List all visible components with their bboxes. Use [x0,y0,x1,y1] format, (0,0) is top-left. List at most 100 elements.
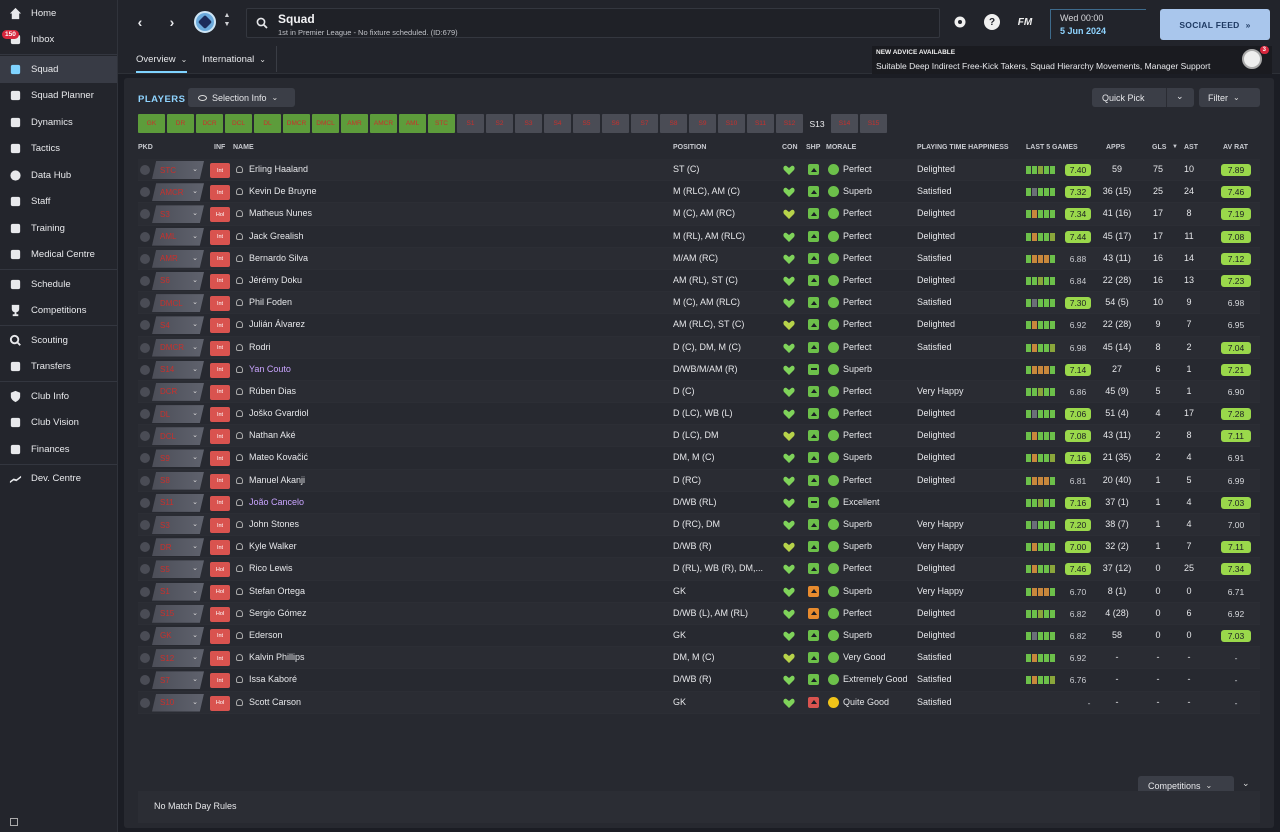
select-checkbox[interactable] [140,253,150,264]
pkd-selector[interactable]: S11 ⌄ [152,493,204,512]
table-row[interactable]: S5 ⌄ Hol Rico Lewis D (RL), WB (R), DM,... Pe… [138,558,1260,581]
select-checkbox[interactable] [140,187,150,198]
player-name[interactable]: Ederson [249,630,283,640]
table-row[interactable]: DMCL ⌄ Int Phil Foden M (C), AM (RLC) Perfect… [138,292,1260,315]
position-chip-dcl[interactable]: DCL [225,114,252,133]
table-row[interactable]: S6 ⌄ Int Jérémy Doku AM (RL), ST (C) Perfect D… [138,270,1260,293]
select-checkbox[interactable] [140,497,150,508]
sidebar-item-club-info[interactable]: Club Info [0,383,117,410]
select-checkbox[interactable] [140,520,150,530]
sidebar-item-finances[interactable]: Finances [0,436,117,463]
table-row[interactable]: S7 ⌄ Int Issa Kaboré D/WB (R) Extremely Good S… [138,669,1260,692]
pkd-selector[interactable]: AML ⌄ [152,227,204,246]
select-checkbox[interactable] [140,298,150,309]
search-bar[interactable]: Squad 1st in Premier League - No fixture… [246,8,940,38]
col-playing-time-happiness[interactable]: PLAYING TIME HAPPINESS [917,144,1009,151]
position-chip-s11[interactable]: S11 [747,114,774,133]
sidebar-item-inbox[interactable]: Inbox 150 [0,27,117,54]
select-checkbox[interactable] [140,431,150,442]
table-row[interactable]: S4 ⌄ Int Julián Álvarez AM (RLC), ST (C) Perf… [138,314,1260,337]
fullscreen-icon[interactable] [10,818,18,826]
position-chip-amcr[interactable]: AMCR [370,114,397,133]
col-last-5-games[interactable]: LAST 5 GAMES [1026,144,1078,151]
player-name[interactable]: Jack Grealish [249,231,304,241]
pkd-selector[interactable]: S15 ⌄ [152,604,204,623]
table-row[interactable]: DCL ⌄ Int Nathan Aké D (LC), DM Perfect Deligh… [138,425,1260,448]
player-name[interactable]: Erling Haaland [249,164,308,174]
collapse-chevron-icon[interactable]: ⌄ [1242,778,1250,789]
col-apps[interactable]: APPS [1106,144,1125,151]
table-row[interactable]: STC ⌄ Int Erling Haaland ST (C) Perfect Deligh… [138,159,1260,182]
position-chip-s1[interactable]: S1 [457,114,484,133]
pkd-selector[interactable]: AMR ⌄ [152,249,204,268]
position-chip-s9[interactable]: S9 [689,114,716,133]
quick-pick-button[interactable]: Quick Pick ⌄ [1092,88,1194,107]
player-name[interactable]: Rico Lewis [249,563,293,573]
position-chip-s7[interactable]: S7 [631,114,658,133]
sidebar-item-schedule[interactable]: Schedule [0,271,117,298]
position-chip-dcr[interactable]: DCR [196,114,223,133]
game-date[interactable]: Wed 00:00 5 Jun 2024 [1050,9,1146,39]
table-row[interactable]: S12 ⌄ Int Kalvin Phillips DM, M (C) Very Good… [138,647,1260,670]
forward-arrow-icon[interactable]: › [164,14,180,30]
sidebar-item-training[interactable]: Training [0,215,117,242]
player-name[interactable]: Sergio Gómez [249,608,307,618]
table-row[interactable]: DL ⌄ Int Joško Gvardiol D (LC), WB (L) Perfec… [138,403,1260,426]
social-feed-button[interactable]: SOCIAL FEED » [1160,9,1270,40]
table-row[interactable]: AMR ⌄ Int Bernardo Silva M/AM (RC) Perfect Sat… [138,247,1260,270]
player-name[interactable]: Rodri [249,342,271,352]
player-name[interactable]: Joško Gvardiol [249,408,309,418]
col-pkd[interactable]: PKD [138,144,153,151]
table-row[interactable]: S8 ⌄ Int Manuel Akanji D (RC) Perfect Delighte… [138,469,1260,492]
player-name[interactable]: Bernardo Silva [249,253,308,263]
sidebar-item-data-hub[interactable]: Data Hub [0,162,117,189]
pkd-selector[interactable]: DMCR ⌄ [152,338,204,357]
table-row[interactable]: DR ⌄ Int Kyle Walker D/WB (R) Superb Very Happ… [138,536,1260,559]
sidebar-item-medical-centre[interactable]: Medical Centre [0,242,117,269]
col-inf[interactable]: INF [214,144,225,151]
pkd-selector[interactable]: S7 ⌄ [152,671,204,690]
sidebar-item-transfers[interactable]: Transfers [0,354,117,381]
select-checkbox[interactable] [140,165,150,175]
select-checkbox[interactable] [140,231,150,242]
table-row[interactable]: S1 ⌄ Hol Stefan Ortega GK Superb Very Happy 6.7… [138,581,1260,603]
player-name[interactable]: Jérémy Doku [249,275,302,285]
select-checkbox[interactable] [140,697,150,708]
player-name[interactable]: Manuel Akanji [249,475,305,485]
col-av-rat[interactable]: AV RAT [1223,144,1248,151]
position-chip-s2[interactable]: S2 [486,114,513,133]
position-chip-stc[interactable]: STC [428,114,455,133]
player-name[interactable]: Yan Couto [249,364,291,374]
player-name[interactable]: Kyle Walker [249,541,297,551]
col-name[interactable]: NAME [233,144,254,151]
col-morale[interactable]: MORALE [826,144,856,151]
position-chip-dmcl[interactable]: DMCL [312,114,339,133]
position-chip-s15[interactable]: S15 [860,114,887,133]
select-checkbox[interactable] [140,342,150,353]
club-switcher-chevrons-icon[interactable]: ▲ ▼ [222,11,232,29]
pkd-selector[interactable]: S4 ⌄ [152,316,204,335]
select-checkbox[interactable] [140,630,150,641]
player-name[interactable]: Julián Álvarez [249,319,305,329]
back-arrow-icon[interactable]: ‹ [132,14,148,30]
position-chip-s5[interactable]: S5 [573,114,600,133]
table-row[interactable]: S3 ⌄ Hol Matheus Nunes M (C), AM (RC) Perfect… [138,203,1260,226]
position-chip-s3[interactable]: S3 [515,114,542,133]
pkd-selector[interactable]: S9 ⌄ [152,449,204,468]
player-name[interactable]: Nathan Aké [249,430,296,440]
position-chip-s6[interactable]: S6 [602,114,629,133]
position-chip-s14[interactable]: S14 [831,114,858,133]
pkd-selector[interactable]: S14 ⌄ [152,360,204,379]
advice-banner[interactable]: NEW ADVICE AVAILABLE Suitable Deep Indir… [872,46,1272,74]
select-checkbox[interactable] [140,409,150,420]
sidebar-item-tactics[interactable]: Tactics [0,136,117,163]
table-row[interactable]: S9 ⌄ Int Mateo Kovačić DM, M (C) Superb Deligh… [138,447,1260,470]
match-day-rules-bar[interactable]: No Match Day Rules [138,791,1260,823]
position-chip-gk[interactable]: GK [138,114,165,133]
pkd-selector[interactable]: AMCR ⌄ [152,183,204,202]
player-name[interactable]: Stefan Ortega [249,586,305,596]
pkd-selector[interactable]: S12 ⌄ [152,649,204,668]
sidebar-item-squad-planner[interactable]: Squad Planner [0,83,117,110]
player-name[interactable]: Kalvin Phillips [249,652,305,662]
chevron-down-icon[interactable]: ⌄ [1176,91,1184,102]
